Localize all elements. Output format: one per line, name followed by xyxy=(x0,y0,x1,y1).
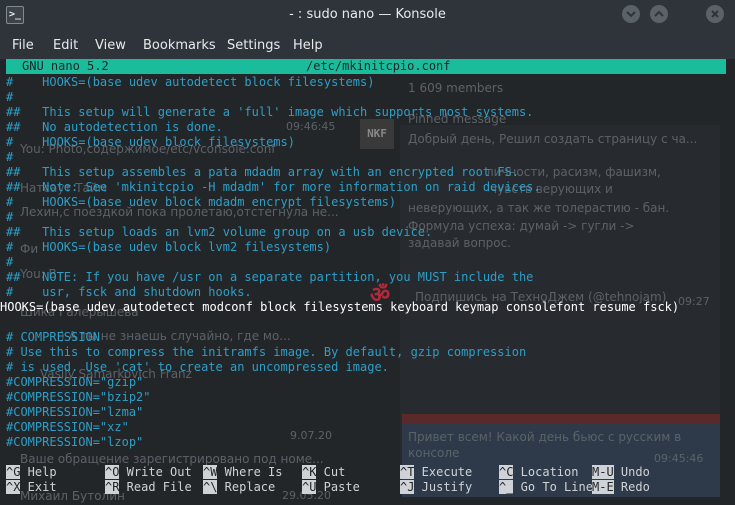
code-line: #COMPRESSION="lzop" xyxy=(6,435,144,449)
ghost-time-2: 09:27 xyxy=(678,295,710,308)
code-line: # HOOKS=(base udev block lvm2 filesystem… xyxy=(6,240,332,254)
menu-view[interactable]: View xyxy=(95,38,126,53)
ghost-members: 1 609 members xyxy=(408,81,504,95)
code-line: ## This setup assembles a pata mdadm arr… xyxy=(6,165,519,179)
nano-header: GNU nano 5.2 /etc/mkinitcpio.conf xyxy=(6,59,726,74)
shortcut-redo[interactable]: M-E Redo xyxy=(592,480,650,495)
code-line: #COMPRESSION="bzip2" xyxy=(6,390,151,404)
code-line: # HOOKS=(base udev autodetect block file… xyxy=(6,75,375,89)
chevron-down-icon xyxy=(626,11,636,18)
shortcut-undo[interactable]: M-U Undo xyxy=(592,465,650,480)
menu-edit[interactable]: Edit xyxy=(53,38,78,53)
shortcut-bar: ^G Help ^O Write Out ^W Where Is ^K Cut … xyxy=(6,465,726,499)
chevron-up-icon xyxy=(654,10,664,17)
code-line: # usr, fsck and shutdown hooks. xyxy=(6,285,252,299)
shortcut-read-file[interactable]: ^R Read File xyxy=(105,480,192,495)
code-line: ## This setup will generate a 'full' ima… xyxy=(6,105,534,119)
shortcut-location[interactable]: ^C Location xyxy=(499,465,578,480)
code-line: #COMPRESSION="xz" xyxy=(6,420,129,434)
code-line: #COMPRESSION="gzip" xyxy=(6,375,144,389)
ghost-chat-9: Ваше обращение зарегистрировано под номе… xyxy=(20,452,324,466)
shortcut-replace[interactable]: ^\ Replace xyxy=(203,480,275,495)
code-line: # xyxy=(6,90,14,104)
shortcut-execute[interactable]: ^T Execute xyxy=(400,465,472,480)
menu-bookmarks[interactable]: Bookmarks xyxy=(143,38,216,53)
code-line: # xyxy=(6,150,14,164)
minimize-button[interactable] xyxy=(622,5,640,23)
code-line: ## Note: See 'mkinitcpio -H mdadm' for m… xyxy=(6,180,541,194)
close-button[interactable] xyxy=(706,5,724,23)
shortcut-exit[interactable]: ^X Exit xyxy=(6,480,57,495)
terminal-view[interactable]: NKF ॐ 1 609 members Pinned message Добры… xyxy=(0,59,735,505)
code-line: # COMPRESSION xyxy=(6,330,100,344)
ghost-nkf-logo: NKF xyxy=(360,119,394,149)
ghost-greeting: Привет всем! Какой день бьюс с русским в xyxy=(408,430,682,444)
code-line: # xyxy=(6,210,14,224)
code-line: # xyxy=(6,255,14,269)
shortcut-paste[interactable]: ^U Paste xyxy=(302,480,360,495)
code-line: ## NOTE: If you have /usr on a separate … xyxy=(6,270,534,284)
shortcut-go-to-line[interactable]: ^_ Go To Line xyxy=(499,480,593,495)
menu-bar: File Edit View Bookmarks Settings Help xyxy=(0,30,735,59)
ghost-time-3: 09:45:46 xyxy=(654,452,704,465)
ghost-rules-3: неверующих, а так же толерастию - бан. xyxy=(408,201,670,215)
ghost-greeting-2: консоле xyxy=(408,446,460,460)
shortcut-write-out[interactable]: ^O Write Out xyxy=(105,465,192,480)
hooks-line: HOOKS=(base udev autodetect modconf bloc… xyxy=(0,300,680,314)
shortcut-justify[interactable]: ^J Justify xyxy=(400,480,472,495)
code-line: # HOOKS=(base udev block mdadm encrypt f… xyxy=(6,195,397,209)
maximize-button[interactable] xyxy=(650,5,668,23)
code-line: # Use this to compress the initramfs ima… xyxy=(6,345,527,359)
code-line: #COMPRESSION="lzma" xyxy=(6,405,144,419)
ghost-rules-4: Формула успеха: думай -> гугли -> xyxy=(408,219,635,233)
menu-help[interactable]: Help xyxy=(293,38,323,53)
menu-settings[interactable]: Settings xyxy=(227,38,280,53)
file-path: /etc/mkinitcpio.conf xyxy=(306,59,451,73)
menu-file[interactable]: File xyxy=(12,38,34,53)
ghost-pinned-text: Добрый день, Решил создать страницу с ча… xyxy=(408,132,698,146)
shortcut-help[interactable]: ^G Help xyxy=(6,465,57,480)
ghost-time-4: 9.07.20 xyxy=(290,429,332,442)
title-bar: >_ - : sudo nano — Konsole xyxy=(0,0,735,30)
shortcut-cut[interactable]: ^K Cut xyxy=(302,465,345,480)
ghost-time-1: 09:46:45 xyxy=(286,120,336,133)
code-line: # HOOKS=(base udev block filesystems) xyxy=(6,135,295,149)
shortcut-where-is[interactable]: ^W Where Is xyxy=(203,465,282,480)
code-line: ## This setup loads an lvm2 volume group… xyxy=(6,225,433,239)
close-icon xyxy=(711,10,719,18)
code-line: ## No autodetection is done. xyxy=(6,120,223,134)
nano-version: GNU nano 5.2 xyxy=(22,59,109,73)
code-line: # is used. Use 'cat' to create an uncomp… xyxy=(6,360,389,374)
